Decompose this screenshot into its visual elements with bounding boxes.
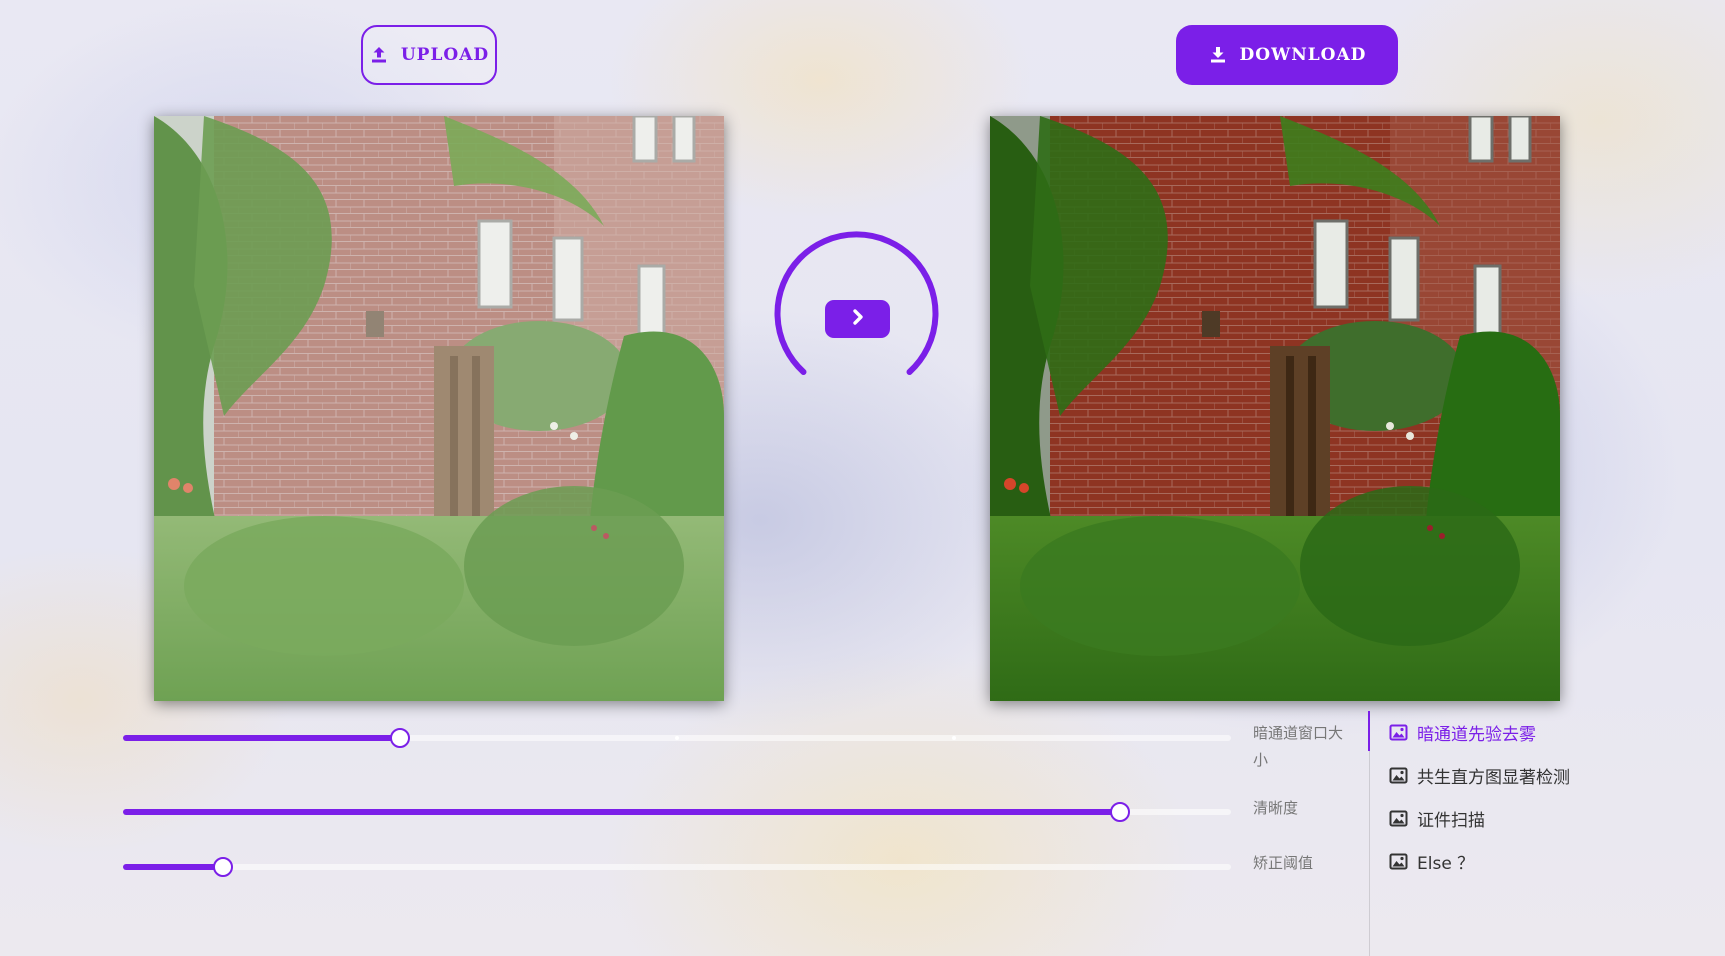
menu-active-indicator — [1368, 711, 1370, 751]
slider-tick — [675, 736, 679, 740]
menu-item-label: Else ？ — [1417, 854, 1475, 874]
menu-item-cooccurrence-saliency[interactable]: 共生直方图显著检测 — [1389, 763, 1570, 788]
image-icon — [1389, 724, 1408, 741]
download-icon — [1208, 45, 1228, 65]
sharpness-label: 清晰度 — [1253, 799, 1299, 817]
image-icon — [1389, 853, 1408, 870]
image-icon — [1389, 767, 1408, 784]
menu-item-label: 证件扫描 — [1417, 811, 1485, 831]
upload-button[interactable]: UPLOAD — [361, 25, 497, 85]
result-image — [990, 116, 1560, 701]
download-button[interactable]: DOWNLOAD — [1176, 25, 1398, 85]
menu-item-label: 暗通道先验去雾 — [1417, 725, 1536, 745]
threshold-slider-fill — [123, 864, 223, 870]
process-button[interactable] — [825, 300, 890, 338]
menu-item-document-scan[interactable]: 证件扫描 — [1389, 806, 1485, 831]
sharpness-slider-fill — [123, 809, 1121, 815]
threshold-label: 矫正阈值 — [1253, 854, 1314, 872]
upload-button-label: UPLOAD — [400, 45, 490, 65]
menu-item-dark-channel-dehaze[interactable]: 暗通道先验去雾 — [1389, 720, 1536, 745]
threshold-slider[interactable] — [123, 857, 1231, 877]
window-size-slider-fill — [123, 735, 400, 741]
original-image — [154, 116, 724, 701]
menu-item-else[interactable]: Else ？ — [1389, 849, 1474, 874]
slider-tick — [952, 736, 956, 740]
download-button-label: DOWNLOAD — [1239, 45, 1367, 65]
upload-icon — [369, 45, 389, 65]
window-size-slider-thumb[interactable] — [390, 728, 410, 748]
image-icon — [1389, 810, 1408, 827]
sharpness-slider-thumb[interactable] — [1110, 802, 1131, 822]
window-size-slider[interactable] — [123, 728, 1231, 748]
threshold-slider-thumb[interactable] — [212, 857, 233, 877]
sharpness-slider[interactable] — [123, 802, 1231, 822]
window-size-label: 暗通道窗口大小 — [1253, 724, 1344, 769]
menu-item-label: 共生直方图显著检测 — [1417, 768, 1570, 788]
chevron-right-icon — [848, 307, 868, 331]
